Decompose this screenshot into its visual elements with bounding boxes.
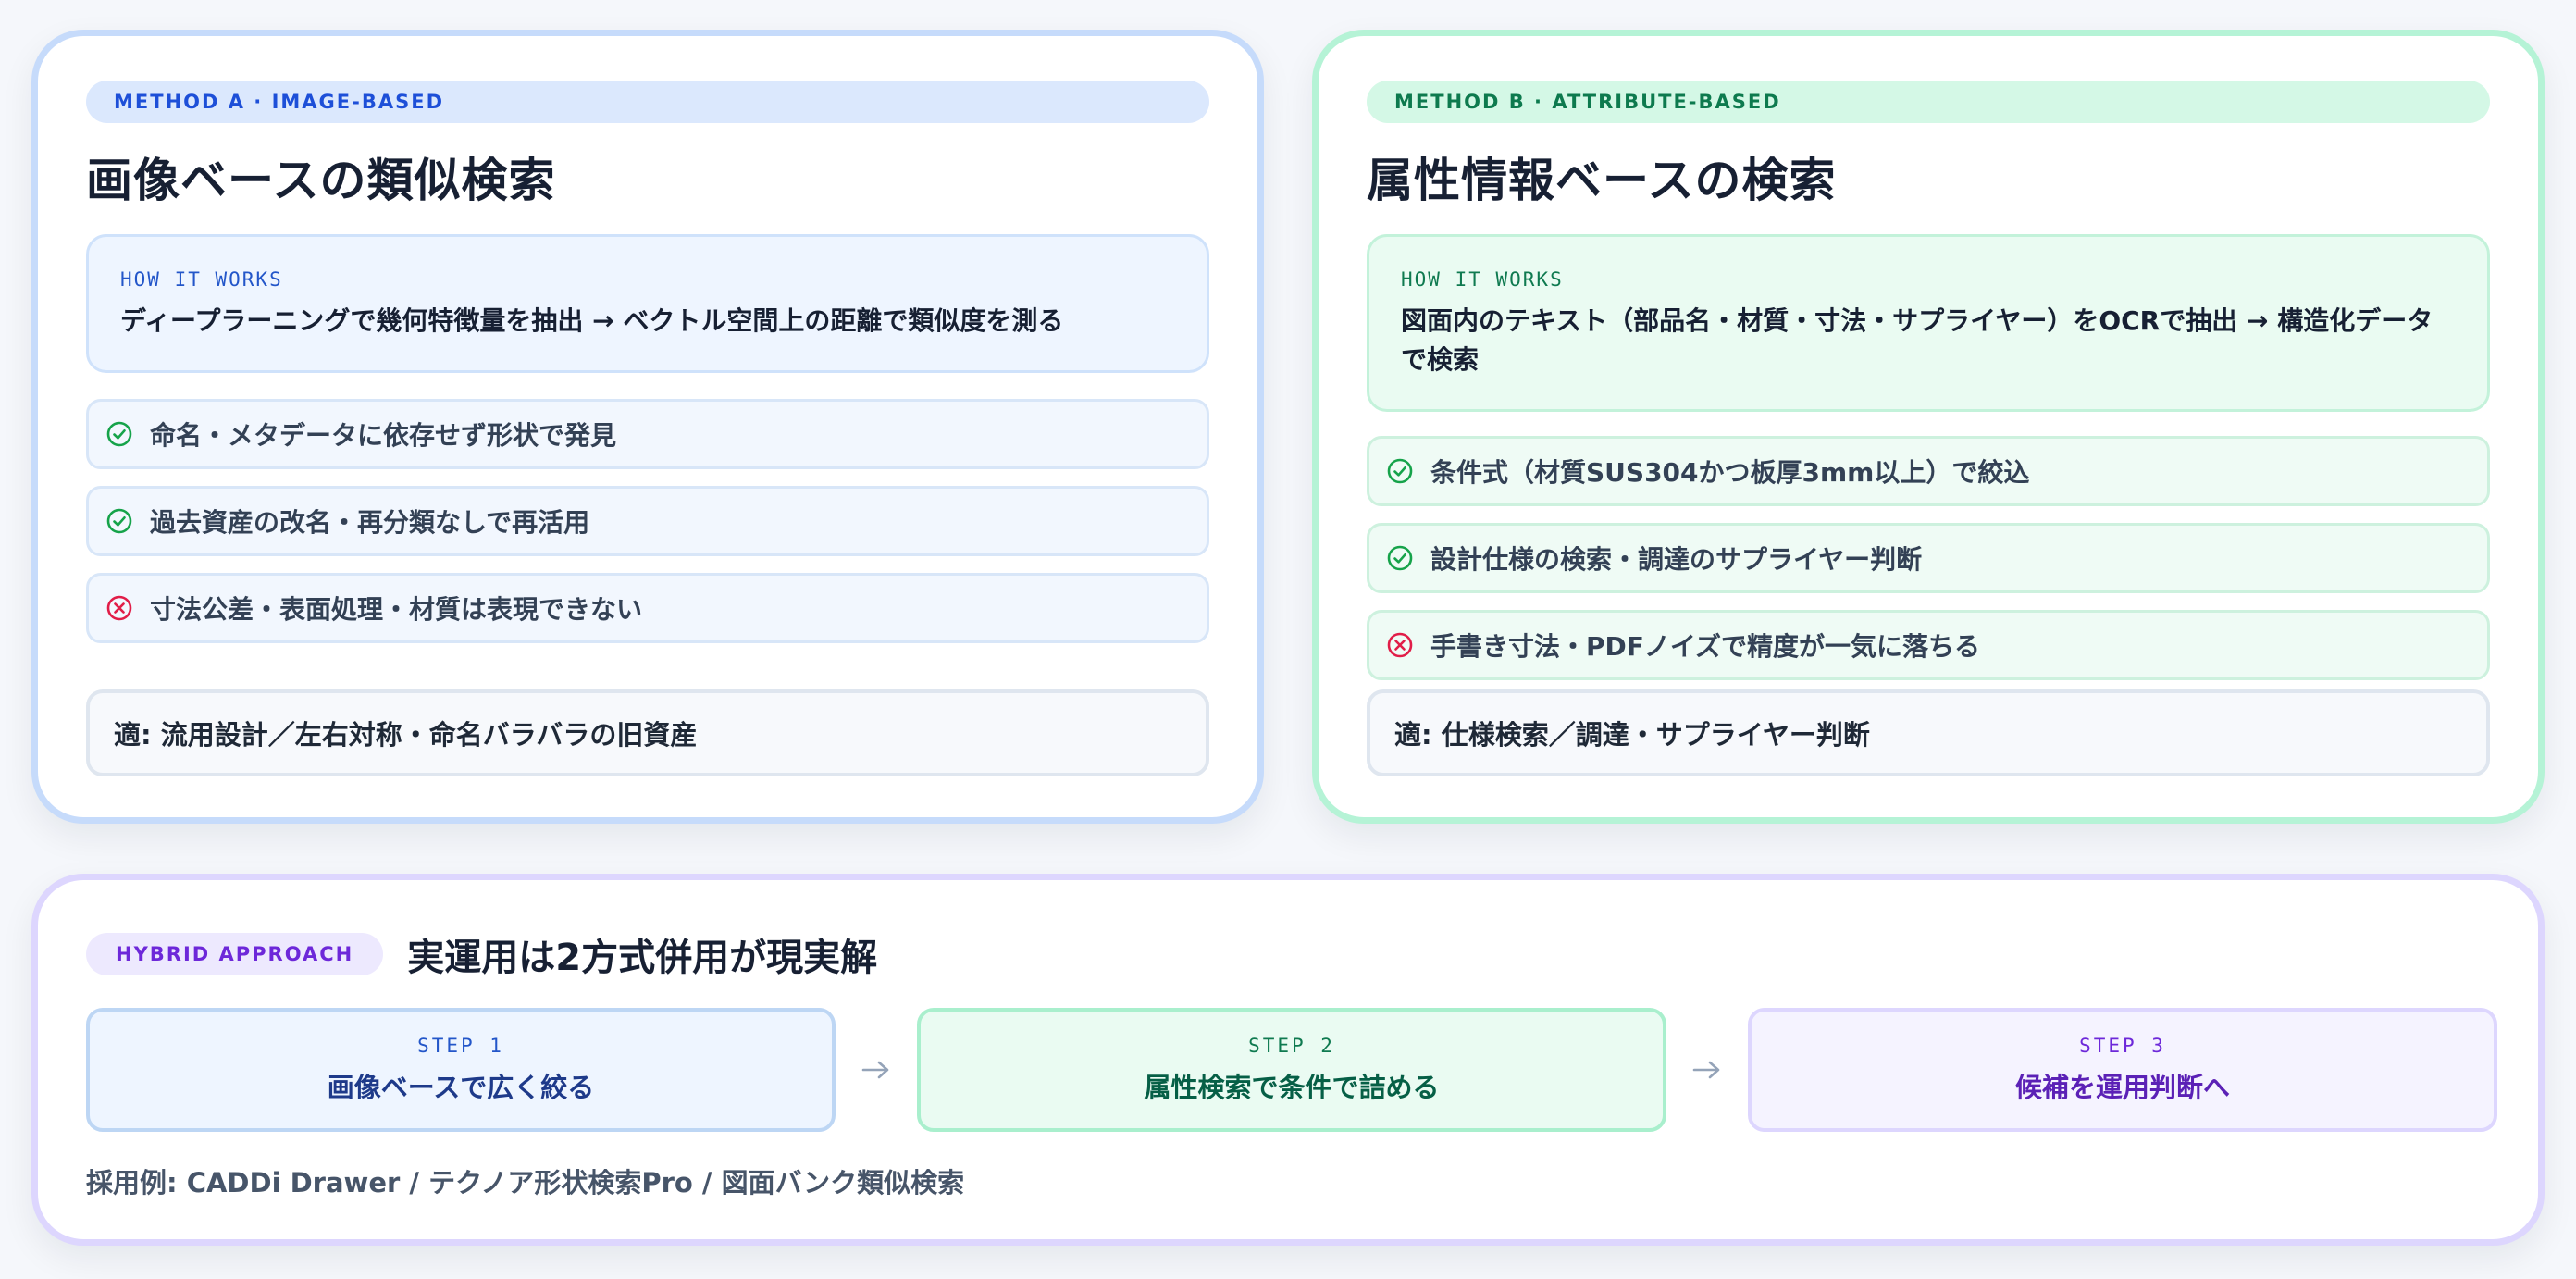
step-1: STEP 1 画像ベースで広く絞る — [86, 1008, 836, 1132]
step-label: STEP 2 — [1248, 1035, 1335, 1057]
feature-item: 過去資産の改名・再分類なしで再活用 — [86, 486, 1209, 556]
feature-text: 手書き寸法・PDFノイズで精度が一気に落ちる — [1430, 631, 1981, 662]
check-circle-icon — [105, 420, 133, 448]
how-it-works-label: HOW IT WORKS — [1401, 268, 1564, 291]
step-label: STEP 3 — [2079, 1035, 2166, 1057]
adoption-examples: 採用例: CADDi Drawer / テクノア形状検索Pro / 図面バンク類… — [86, 1167, 965, 1198]
check-circle-icon — [105, 507, 133, 535]
method-a-title: 画像ベースの類似検索 — [86, 154, 556, 207]
feature-item: 手書き寸法・PDFノイズで精度が一気に落ちる — [1367, 610, 2490, 680]
x-circle-icon — [105, 594, 133, 622]
how-it-works-text: 図面内のテキスト（部品名・材質・寸法・サプライヤー）をOCRで抽出 → 構造化デ… — [1401, 305, 2434, 375]
step-text: 候補を運用判断へ — [2014, 1072, 2230, 1103]
step-text: 属性検索で条件で詰める — [1144, 1072, 1440, 1103]
method-b-suitable: 適: 仕様検索／調達・サプライヤー判断 — [1367, 689, 2490, 776]
method-b-tag: METHOD B · ATTRIBUTE-BASED — [1367, 81, 2490, 123]
hybrid-card: HYBRID APPROACH 実運用は2方式併用が現実解 STEP 1 画像ベ… — [31, 874, 2545, 1246]
step-text: 画像ベースで広く絞る — [327, 1072, 595, 1103]
feature-text: 命名・メタデータに依存せず形状で発見 — [150, 420, 617, 451]
method-a-tag: METHOD A · IMAGE-BASED — [86, 81, 1209, 123]
how-it-works-label: HOW IT WORKS — [120, 268, 283, 291]
method-a-card: METHOD A · IMAGE-BASED 画像ベースの類似検索 HOW IT… — [31, 30, 1264, 824]
method-b-title: 属性情報ベースの検索 — [1367, 154, 1837, 207]
feature-text: 設計仕様の検索・調達のサプライヤー判断 — [1430, 544, 1923, 575]
feature-item: 設計仕様の検索・調達のサプライヤー判断 — [1367, 523, 2490, 593]
arrow-right-icon — [1666, 1008, 1748, 1132]
feature-item: 命名・メタデータに依存せず形状で発見 — [86, 399, 1209, 469]
method-b-how-it-works: HOW IT WORKS 図面内のテキスト（部品名・材質・寸法・サプライヤー）を… — [1367, 234, 2490, 412]
how-it-works-text: ディープラーニングで幾何特徴量を抽出 → ベクトル空間上の距離で類似度を測る — [120, 305, 1064, 336]
method-a-features: 命名・メタデータに依存せず形状で発見 過去資産の改名・再分類なしで再活用 寸法公… — [86, 399, 1209, 643]
feature-text: 寸法公差・表面処理・材質は表現できない — [150, 594, 643, 625]
step-2: STEP 2 属性検索で条件で詰める — [917, 1008, 1666, 1132]
arrow-right-icon — [836, 1008, 917, 1132]
feature-text: 過去資産の改名・再分類なしで再活用 — [150, 507, 590, 538]
feature-text: 条件式（材質SUS304かつ板厚3mm以上）で絞込 — [1430, 457, 2030, 488]
check-circle-icon — [1386, 457, 1414, 485]
hybrid-title: 実運用は2方式併用が現実解 — [407, 937, 878, 979]
step-label: STEP 1 — [417, 1035, 504, 1057]
method-a-how-it-works: HOW IT WORKS ディープラーニングで幾何特徴量を抽出 → ベクトル空間… — [86, 234, 1209, 373]
method-b-card: METHOD B · ATTRIBUTE-BASED 属性情報ベースの検索 HO… — [1312, 30, 2545, 824]
x-circle-icon — [1386, 631, 1414, 659]
step-3: STEP 3 候補を運用判断へ — [1748, 1008, 2497, 1132]
feature-item: 寸法公差・表面処理・材質は表現できない — [86, 573, 1209, 643]
check-circle-icon — [1386, 544, 1414, 572]
hybrid-steps: STEP 1 画像ベースで広く絞る STEP 2 属性検索で条件で詰める STE… — [86, 1008, 2497, 1132]
hybrid-tag: HYBRID APPROACH — [86, 933, 384, 975]
method-b-features: 条件式（材質SUS304かつ板厚3mm以上）で絞込 設計仕様の検索・調達のサプラ… — [1367, 436, 2490, 680]
hybrid-header: HYBRID APPROACH 実運用は2方式併用が現実解 — [86, 927, 877, 981]
page: METHOD A · IMAGE-BASED 画像ベースの類似検索 HOW IT… — [0, 0, 2576, 1279]
feature-item: 条件式（材質SUS304かつ板厚3mm以上）で絞込 — [1367, 436, 2490, 506]
method-a-suitable: 適: 流用設計／左右対称・命名バラバラの旧資産 — [86, 689, 1209, 776]
